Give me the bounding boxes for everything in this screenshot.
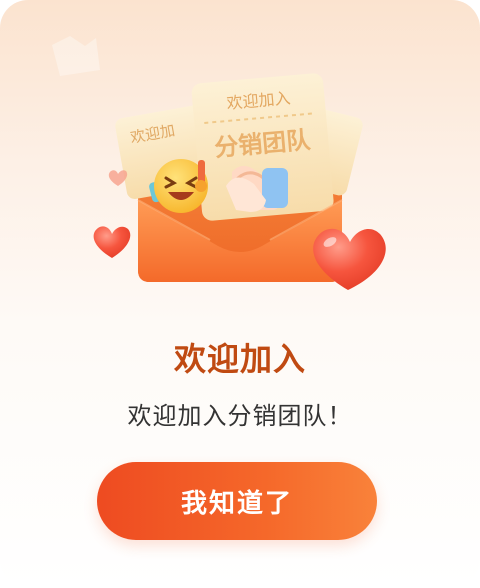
confirm-button[interactable]: 我知道了 xyxy=(97,462,377,540)
heart-tiny-icon xyxy=(108,170,128,186)
welcome-illustration: 欢迎加 欢迎加入 分销团队 xyxy=(52,36,386,290)
heart-small-left-icon xyxy=(93,226,131,258)
clapping-hands-icon xyxy=(226,165,288,212)
decor-shape xyxy=(52,36,100,76)
laughing-emoji-icon xyxy=(154,159,208,213)
welcome-dialog: 欢迎加 欢迎加入 分销团队 欢迎加入 欢迎加入分销团队！ 我知道了 xyxy=(0,0,480,588)
dialog-title: 欢迎加入 xyxy=(173,340,306,378)
dialog-message: 欢迎加入分销团队！ xyxy=(127,402,353,430)
